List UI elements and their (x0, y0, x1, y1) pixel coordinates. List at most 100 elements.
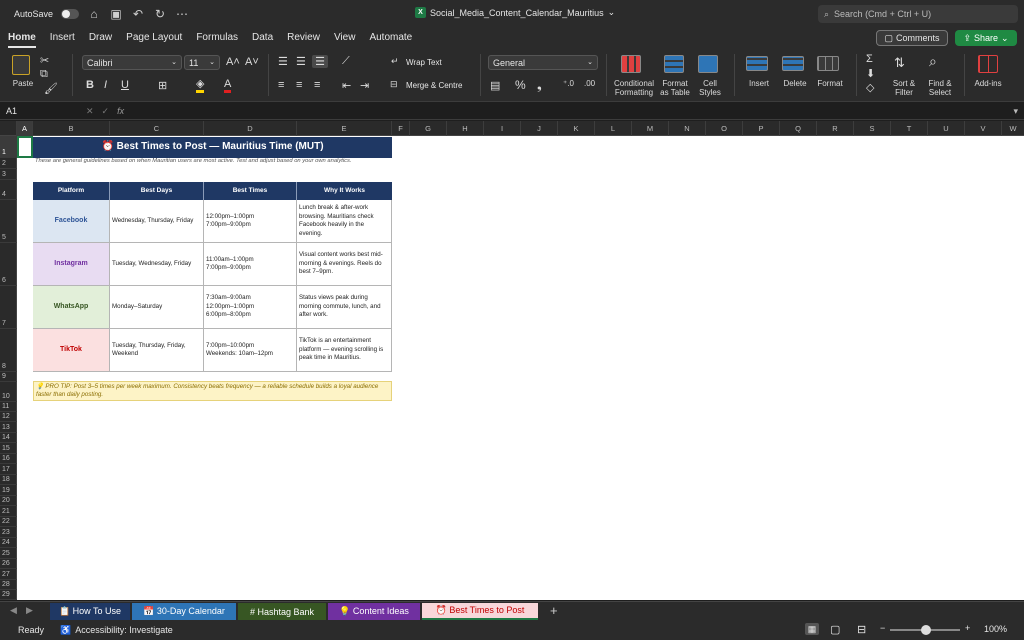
best-times-cell[interactable]: 7:30am–9:00am 12:00pm–1:00pm 6:00pm–8:00… (204, 286, 297, 329)
format-cells-icon[interactable] (817, 56, 839, 71)
clear-icon[interactable]: ◇ (866, 81, 874, 94)
fx-label[interactable]: fx (117, 106, 124, 116)
row-header[interactable]: 13 (0, 422, 17, 433)
best-days-cell[interactable]: Monday–Saturday (110, 286, 204, 329)
column-header[interactable]: D (204, 121, 297, 136)
row-header[interactable]: 10 (0, 382, 17, 402)
conditional-formatting-button[interactable]: Conditional Formatting (612, 79, 656, 97)
more-icon[interactable]: ⋯ (175, 7, 189, 21)
merge-centre-button[interactable]: Merge & Centre (406, 81, 462, 90)
tab-page-layout[interactable]: Page Layout (119, 28, 189, 48)
row-header[interactable]: 28 (0, 580, 17, 590)
column-header[interactable]: U (928, 121, 965, 136)
format-painter-icon[interactable]: 🖌 (44, 82, 58, 95)
row-header[interactable]: 3 (0, 169, 17, 180)
next-sheet-icon[interactable]: ▶ (26, 605, 33, 616)
zoom-level[interactable]: 100% (984, 624, 1007, 634)
increase-indent-icon[interactable]: ⇥ (360, 79, 369, 92)
delete-cells-button[interactable]: Delete (780, 79, 810, 88)
tab-data[interactable]: Data (245, 28, 280, 48)
borders-icon[interactable]: ⊞ (158, 79, 167, 92)
italic-icon[interactable]: I (104, 79, 107, 91)
formula-input[interactable] (130, 104, 1013, 118)
row-header[interactable]: 2 (0, 158, 17, 169)
sort-filter-button[interactable]: Sort & Filter (888, 79, 920, 97)
insert-cells-button[interactable]: Insert (744, 79, 774, 88)
bold-icon[interactable]: B (86, 79, 94, 91)
add-sheet-icon[interactable]: + (550, 603, 558, 618)
column-header[interactable]: A (17, 121, 33, 136)
platform-instagram[interactable]: Instagram (33, 243, 110, 286)
why-it-works-cell[interactable]: Lunch break & after-work browsing. Mauri… (297, 200, 392, 243)
best-days-cell[interactable]: Wednesday, Thursday, Friday (110, 200, 204, 243)
best-times-cell[interactable]: 12:00pm–1:00pm 7:00pm–9:00pm (204, 200, 297, 243)
font-name-dropdown[interactable]: Calibri ⌄ (82, 55, 182, 70)
sort-filter-icon[interactable]: ⇅ (894, 55, 905, 71)
best-times-cell[interactable]: 7:00pm–10:00pm Weekends: 10am–12pm (204, 329, 297, 372)
column-header[interactable]: C (110, 121, 204, 136)
row-header[interactable]: 26 (0, 559, 17, 569)
tab-review[interactable]: Review (280, 28, 327, 48)
why-it-works-cell[interactable]: TikTok is an entertainment platform — ev… (297, 329, 392, 372)
row-header[interactable]: 18 (0, 475, 17, 485)
font-size-dropdown[interactable]: 11 ⌄ (184, 55, 220, 70)
sheet-subtitle[interactable]: These are general guidelines based on wh… (33, 158, 392, 171)
column-header[interactable]: O (706, 121, 743, 136)
column-header[interactable]: W (1002, 121, 1024, 136)
sheet-title[interactable]: ⏰ Best Times to Post — Mauritius Time (M… (33, 137, 392, 158)
select-all-corner[interactable] (0, 121, 17, 136)
header-platform[interactable]: Platform (33, 182, 110, 200)
row-header[interactable]: 29 (0, 590, 17, 600)
number-format-dropdown[interactable]: General ⌄ (488, 55, 598, 70)
comments-button[interactable]: ▢ Comments (876, 30, 948, 46)
row-header[interactable]: 24 (0, 538, 17, 548)
zoom-out-icon[interactable]: − (880, 623, 885, 633)
tab-view[interactable]: View (327, 28, 363, 48)
column-header[interactable]: B (33, 121, 110, 136)
sheet-tab-how-to-use[interactable]: 📋 How To Use (50, 603, 130, 620)
search-box[interactable]: ⌕ Search (Cmd + Ctrl + U) (818, 5, 1018, 23)
format-cells-button[interactable]: Format (814, 79, 846, 88)
column-header[interactable]: G (410, 121, 447, 136)
column-header[interactable]: E (297, 121, 392, 136)
add-ins-icon[interactable] (978, 55, 998, 73)
home-icon[interactable]: ⌂ (87, 7, 101, 21)
fill-icon[interactable]: ⬇ (866, 67, 875, 80)
best-days-cell[interactable]: Tuesday, Thursday, Friday, Weekend (110, 329, 204, 372)
row-header[interactable]: 4 (0, 180, 17, 200)
column-header[interactable]: J (521, 121, 558, 136)
normal-view-icon[interactable]: ▦ (805, 623, 819, 635)
enter-icon[interactable]: ✓ (102, 106, 110, 117)
platform-tiktok[interactable]: TikTok (33, 329, 110, 372)
row-header[interactable]: 12 (0, 412, 17, 422)
tab-formulas[interactable]: Formulas (189, 28, 245, 48)
sheet-tab-content-ideas[interactable]: 💡 Content Ideas (328, 603, 420, 620)
cell-styles-icon[interactable] (698, 55, 718, 73)
header-why-it-works[interactable]: Why It Works (297, 182, 392, 200)
accessibility-status[interactable]: Accessibility: Investigate (75, 625, 173, 635)
sheet-tab-best-times-to-post[interactable]: ⏰ Best Times to Post (422, 603, 538, 620)
underline-icon[interactable]: U (121, 79, 129, 91)
comma-style-icon[interactable]: ❟ (537, 78, 542, 93)
column-header[interactable]: I (484, 121, 521, 136)
column-header[interactable]: F (392, 121, 410, 136)
autosum-icon[interactable]: Σ (866, 53, 873, 65)
row-header[interactable]: 7 (0, 286, 17, 329)
tab-draw[interactable]: Draw (82, 28, 119, 48)
cut-icon[interactable]: ✂ (40, 54, 49, 67)
undo-icon[interactable]: ↶ (131, 7, 145, 21)
cell-styles-button[interactable]: Cell Styles (694, 79, 726, 97)
name-box[interactable]: A1 (0, 106, 60, 116)
font-color-icon[interactable]: A (224, 78, 232, 93)
row-header[interactable]: 27 (0, 569, 17, 580)
row-header[interactable]: 6 (0, 243, 17, 286)
column-header[interactable]: T (891, 121, 928, 136)
row-header[interactable]: 9 (0, 372, 17, 382)
tab-insert[interactable]: Insert (43, 28, 82, 48)
best-times-cell[interactable]: 11:00am–1:00pm 7:00pm–9:00pm (204, 243, 297, 286)
expand-formula-icon[interactable]: ▾ (1013, 106, 1018, 117)
align-top-icon[interactable]: ☰ (278, 55, 288, 68)
align-bottom-icon[interactable]: ☰ (312, 55, 328, 68)
column-header[interactable]: M (632, 121, 669, 136)
row-header[interactable]: 17 (0, 464, 17, 475)
